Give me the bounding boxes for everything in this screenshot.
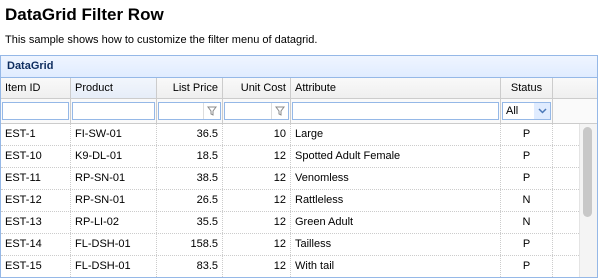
cell-list-price: 158.5 [157, 234, 223, 255]
table-row[interactable]: EST-11 RP-SN-01 38.5 12 Venomless P [1, 168, 597, 190]
cell-list-price: 35.5 [157, 212, 223, 233]
cell-attribute: Rattleless [291, 190, 501, 211]
cell-product: FI-SW-01 [71, 124, 157, 145]
cell-unit-cost: 12 [223, 168, 291, 189]
cell-unit-cost: 12 [223, 256, 291, 277]
datagrid-title: DataGrid [1, 56, 597, 78]
filter-cell-item-id [1, 99, 71, 123]
header-row: Item ID Product List Price Unit Cost Att… [1, 78, 597, 99]
cell-unit-cost: 12 [223, 146, 291, 167]
cell-attribute: Green Adult [291, 212, 501, 233]
cell-unit-cost: 12 [223, 234, 291, 255]
filter-row: All [1, 99, 597, 124]
column-header-status[interactable]: Status [501, 78, 553, 98]
cell-item-id: EST-11 [1, 168, 71, 189]
filter-funnel-icon[interactable] [203, 103, 220, 119]
column-header-list-price[interactable]: List Price [157, 78, 223, 98]
list-price-filter-input[interactable] [158, 102, 221, 120]
filter-spacer [553, 99, 597, 123]
filter-cell-status: All [501, 99, 553, 123]
filter-cell-list-price [157, 99, 223, 123]
product-filter-input[interactable] [72, 102, 155, 120]
cell-unit-cost: 12 [223, 212, 291, 233]
scrollbar-thumb[interactable] [583, 127, 592, 217]
cell-list-price: 26.5 [157, 190, 223, 211]
unit-cost-filter-input[interactable] [224, 102, 289, 120]
vertical-scrollbar[interactable] [579, 124, 597, 277]
cell-product: RP-SN-01 [71, 190, 157, 211]
column-header-item-id[interactable]: Item ID [1, 78, 71, 98]
cell-unit-cost: 10 [223, 124, 291, 145]
cell-item-id: EST-10 [1, 146, 71, 167]
filter-cell-attribute [291, 99, 501, 123]
cell-product: RP-LI-02 [71, 212, 157, 233]
cell-status: P [501, 168, 553, 189]
cell-attribute: Venomless [291, 168, 501, 189]
table-row[interactable]: EST-15 FL-DSH-01 83.5 12 With tail P [1, 256, 597, 277]
cell-list-price: 36.5 [157, 124, 223, 145]
cell-item-id: EST-1 [1, 124, 71, 145]
cell-attribute: Large [291, 124, 501, 145]
table-row[interactable]: EST-10 K9-DL-01 18.5 12 Spotted Adult Female… [1, 146, 597, 168]
column-header-attribute[interactable]: Attribute [291, 78, 501, 98]
chevron-down-icon[interactable] [534, 103, 550, 119]
cell-list-price: 38.5 [157, 168, 223, 189]
cell-status: N [501, 190, 553, 211]
cell-product: FL-DSH-01 [71, 234, 157, 255]
column-header-product[interactable]: Product [71, 78, 157, 98]
cell-product: K9-DL-01 [71, 146, 157, 167]
status-filter-select[interactable]: All [502, 102, 551, 120]
cell-list-price: 83.5 [157, 256, 223, 277]
header-spacer [553, 78, 597, 98]
cell-status: P [501, 146, 553, 167]
table-row[interactable]: EST-14 FL-DSH-01 158.5 12 Tailless P [1, 234, 597, 256]
cell-item-id: EST-14 [1, 234, 71, 255]
column-header-unit-cost[interactable]: Unit Cost [223, 78, 291, 98]
cell-status: P [501, 234, 553, 255]
cell-attribute: With tail [291, 256, 501, 277]
cell-item-id: EST-13 [1, 212, 71, 233]
cell-product: FL-DSH-01 [71, 256, 157, 277]
filter-cell-unit-cost [223, 99, 291, 123]
filter-cell-product [71, 99, 157, 123]
cell-item-id: EST-15 [1, 256, 71, 277]
table-row[interactable]: EST-12 RP-SN-01 26.5 12 Rattleless N [1, 190, 597, 212]
datagrid-panel: DataGrid Item ID Product List Price Unit… [0, 55, 598, 278]
cell-item-id: EST-12 [1, 190, 71, 211]
page-title: DataGrid Filter Row [5, 5, 164, 24]
cell-status: P [501, 256, 553, 277]
cell-status: P [501, 124, 553, 145]
datagrid-body: EST-1 FI-SW-01 36.5 10 Large P EST-10 K9-DL-01 1… [1, 124, 597, 277]
cell-attribute: Spotted Adult Female [291, 146, 501, 167]
filter-funnel-icon[interactable] [271, 103, 288, 119]
row-list: EST-1 FI-SW-01 36.5 10 Large P EST-10 K9-DL-01 1… [1, 124, 597, 277]
page-description: This sample shows how to customize the f… [5, 34, 318, 46]
table-row[interactable]: EST-1 FI-SW-01 36.5 10 Large P [1, 124, 597, 146]
status-filter-value: All [506, 105, 519, 117]
cell-status: N [501, 212, 553, 233]
table-row[interactable]: EST-13 RP-LI-02 35.5 12 Green Adult N [1, 212, 597, 234]
cell-unit-cost: 12 [223, 190, 291, 211]
item-id-filter-input[interactable] [2, 102, 69, 120]
cell-list-price: 18.5 [157, 146, 223, 167]
cell-attribute: Tailless [291, 234, 501, 255]
attribute-filter-input[interactable] [292, 102, 499, 120]
cell-product: RP-SN-01 [71, 168, 157, 189]
